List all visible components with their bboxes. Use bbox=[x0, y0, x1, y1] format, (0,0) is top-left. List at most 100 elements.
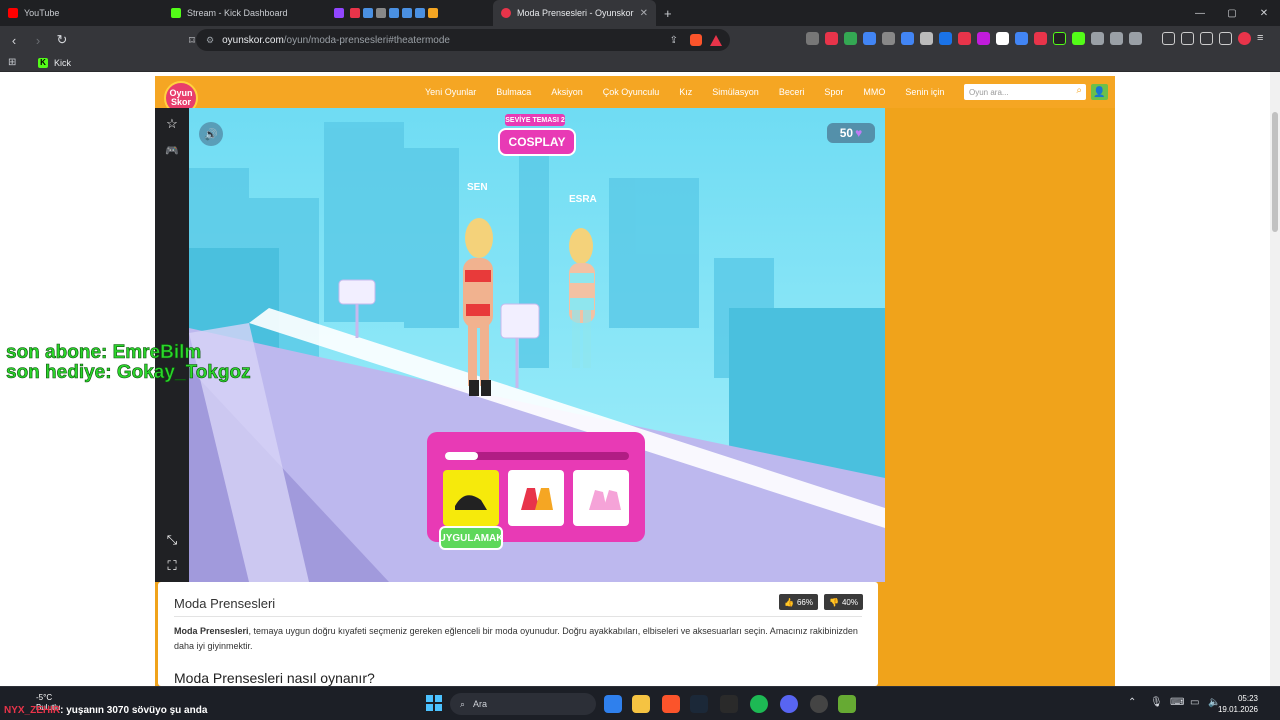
menu-item-mmo[interactable]: MMO bbox=[863, 87, 885, 97]
shrink-icon[interactable]: ⤡ bbox=[164, 532, 180, 548]
bookmark-kick[interactable]: Kick bbox=[54, 58, 71, 68]
game-canvas[interactable]: SEVİYE TEMASI 2 COSPLAY SEN ESRA 50 ♥ 🔊 … bbox=[189, 108, 885, 582]
youtube-icon bbox=[8, 8, 18, 18]
menu-item-yeni-oyunlar[interactable]: Yeni Oyunlar bbox=[425, 87, 476, 97]
menu-icon[interactable]: ≡ bbox=[1257, 32, 1263, 45]
scrollbar-thumb[interactable] bbox=[1272, 112, 1278, 232]
brave-shield-icon[interactable] bbox=[690, 34, 702, 46]
url-site: oyunskor.com bbox=[222, 34, 284, 46]
reload-icon[interactable]: ↻ bbox=[52, 30, 72, 50]
maximize-button[interactable]: ▢ bbox=[1216, 0, 1248, 26]
extension-icon[interactable] bbox=[958, 32, 971, 45]
sidebar-icon[interactable] bbox=[1162, 32, 1175, 45]
minimize-button[interactable]: — bbox=[1184, 0, 1216, 26]
oyunskor-icon bbox=[501, 8, 511, 18]
extension-icon[interactable] bbox=[1015, 32, 1028, 45]
obs-icon[interactable] bbox=[810, 695, 828, 713]
menu-item-beceri[interactable]: Beceri bbox=[779, 87, 805, 97]
last-subscriber-overlay: son abone: EmreBilm bbox=[6, 342, 202, 364]
game-search-input[interactable]: Oyun ara... ⌕ bbox=[964, 84, 1086, 100]
mic-icon[interactable]: 🎙 bbox=[1150, 697, 1163, 708]
extension-icon[interactable] bbox=[825, 32, 838, 45]
tab-kick-dashboard[interactable]: Stream - Kick Dashboard bbox=[163, 0, 326, 26]
extension-icon[interactable] bbox=[882, 32, 895, 45]
back-icon[interactable]: ‹ bbox=[4, 30, 24, 50]
vpn-icon[interactable] bbox=[1219, 32, 1232, 45]
brave-icon[interactable] bbox=[662, 695, 680, 713]
forward-icon[interactable]: › bbox=[28, 30, 48, 50]
menu-item-kiz[interactable]: Kız bbox=[679, 87, 692, 97]
extension-icon[interactable] bbox=[977, 32, 990, 45]
like-button[interactable]: 👍 66% bbox=[779, 594, 818, 610]
apply-button[interactable]: UYGULAMAK bbox=[439, 526, 504, 550]
fullscreen-icon[interactable]: ⛶ bbox=[164, 558, 180, 574]
extension-icon[interactable] bbox=[1053, 32, 1066, 45]
desc-game-name: Moda Prensesleri bbox=[174, 626, 249, 636]
close-window-button[interactable]: ✕ bbox=[1248, 0, 1280, 26]
leo-icon[interactable] bbox=[1200, 32, 1213, 45]
file-explorer-icon[interactable] bbox=[632, 695, 650, 713]
keyboard-icon[interactable]: ⌨ bbox=[1170, 697, 1184, 708]
menu-item-simulasyon[interactable]: Simülasyon bbox=[712, 87, 759, 97]
epic-games-icon[interactable] bbox=[720, 695, 738, 713]
task-view-icon[interactable] bbox=[604, 695, 622, 713]
windows-start-icon[interactable] bbox=[426, 695, 442, 711]
share-icon[interactable]: ⇪ bbox=[670, 35, 678, 46]
spotify-icon[interactable] bbox=[750, 695, 768, 713]
star-icon[interactable]: ☆ bbox=[164, 116, 180, 132]
wallet-icon[interactable] bbox=[1181, 32, 1194, 45]
extension-icon[interactable] bbox=[920, 32, 933, 45]
new-tab-button[interactable]: + bbox=[656, 0, 680, 26]
extension-icon[interactable] bbox=[901, 32, 914, 45]
tab-label: Stream - Kick Dashboard bbox=[187, 8, 288, 18]
dislike-button[interactable]: 👎 40% bbox=[824, 594, 863, 610]
system-clock[interactable]: 05:23 19.01.2026 bbox=[1218, 693, 1258, 715]
extension-icon[interactable] bbox=[1091, 32, 1104, 45]
taskbar-search[interactable]: ⌕ Ara bbox=[450, 693, 596, 715]
search-icon[interactable]: ⌕ bbox=[1076, 85, 1082, 96]
address-bar[interactable]: ⚙ oyunskor.com/oyun/moda-prensesleri#the… bbox=[196, 29, 730, 51]
taskbar-search-label: Ara bbox=[473, 699, 488, 709]
tab-extension-icons bbox=[350, 8, 438, 18]
gem-icon: ♥ bbox=[855, 126, 863, 140]
chat-message: : yuşanın 3070 sövüyo şu anda bbox=[60, 705, 208, 716]
sound-icon[interactable]: 🔊 bbox=[199, 122, 223, 146]
extension-icon[interactable] bbox=[996, 32, 1009, 45]
extension-icon[interactable] bbox=[1072, 32, 1085, 45]
drive-icon[interactable] bbox=[844, 32, 857, 45]
menu-item-spor[interactable]: Spor bbox=[824, 87, 843, 97]
tab-label: YouTube bbox=[24, 8, 60, 18]
extension-icon[interactable] bbox=[1034, 32, 1047, 45]
translate-icon[interactable] bbox=[863, 32, 876, 45]
user-icon[interactable]: 👤 bbox=[1091, 84, 1108, 100]
menu-item-aksiyon[interactable]: Aksiyon bbox=[551, 87, 583, 97]
menu-item-senin-icin[interactable]: Senin için bbox=[905, 87, 944, 97]
steam-icon[interactable] bbox=[690, 695, 708, 713]
scrollbar[interactable] bbox=[1270, 72, 1280, 686]
dislike-percent: 40% bbox=[841, 597, 858, 607]
clock-date: 19.01.2026 bbox=[1217, 705, 1258, 714]
menu-item-cok-oyunculu[interactable]: Çok Oyunculu bbox=[603, 87, 660, 97]
tab-twitch[interactable] bbox=[326, 0, 489, 26]
url-path: /oyun/moda-prensesleri#theatermode bbox=[283, 34, 450, 46]
apps-grid-icon[interactable]: ⊞ bbox=[8, 57, 16, 68]
brave-rewards-icon[interactable] bbox=[710, 34, 722, 46]
extension-icon[interactable] bbox=[939, 32, 952, 45]
gamepad-icon[interactable]: 🎮 bbox=[164, 142, 180, 158]
screenshot-icon[interactable] bbox=[1129, 32, 1142, 45]
network-icon[interactable]: ▭ bbox=[1190, 697, 1199, 708]
extension-icon[interactable] bbox=[806, 32, 819, 45]
menu-item-bulmaca[interactable]: Bulmaca bbox=[496, 87, 531, 97]
tab-moda-prensesleri[interactable]: Moda Prensesleri - Oyunskor ✕ bbox=[493, 0, 656, 26]
discord-icon[interactable] bbox=[780, 695, 798, 713]
game-info-card: Moda Prensesleri 👍 66% 👎 40% Moda Prense… bbox=[158, 582, 878, 686]
tray-chevron-icon[interactable]: ⌃ bbox=[1128, 697, 1136, 708]
puzzle-icon[interactable] bbox=[1110, 32, 1123, 45]
howto-heading: Moda Prensesleri nasıl oynanır? bbox=[174, 670, 375, 686]
search-icon: ⌕ bbox=[460, 698, 466, 709]
close-tab-icon[interactable]: ✕ bbox=[640, 8, 648, 19]
app-icon[interactable] bbox=[838, 695, 856, 713]
tab-youtube[interactable]: YouTube bbox=[0, 0, 163, 26]
profile-icon[interactable] bbox=[1238, 32, 1251, 45]
site-info-icon[interactable]: ⚙ bbox=[206, 35, 214, 46]
